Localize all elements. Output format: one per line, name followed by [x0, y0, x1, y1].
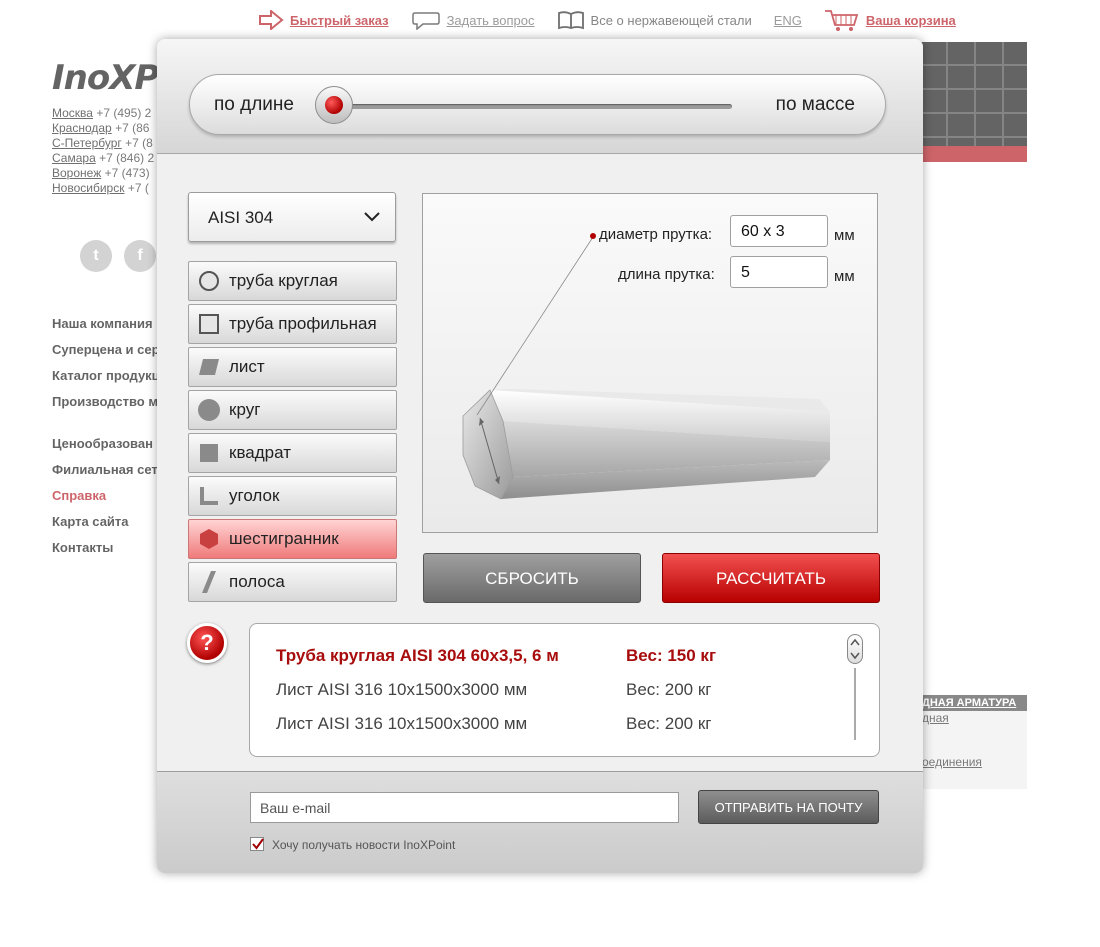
- shape-preview-panel: диаметр прутка: 60 x 3 мм длина прутка: …: [422, 193, 878, 533]
- hexagon-icon: [189, 520, 229, 558]
- shape-label: круг: [229, 400, 261, 419]
- calculator-modal: по длине по массе AISI 304 труба круглая…: [157, 39, 923, 873]
- result-name: Лист AISI 316 10x1500x3000 мм: [276, 680, 528, 699]
- length-unit: мм: [834, 268, 855, 285]
- square-outline-icon: [189, 305, 229, 343]
- shape-label: труба круглая: [229, 271, 338, 290]
- shape-option-hexagon[interactable]: шестигранник: [188, 519, 397, 559]
- square-filled-icon: [189, 434, 229, 472]
- shape-label: лист: [229, 357, 265, 376]
- chevron-down-icon: [364, 212, 380, 222]
- shape-option-angle[interactable]: уголок: [188, 476, 397, 516]
- sheet-icon: [189, 348, 229, 386]
- shape-label: уголок: [229, 486, 280, 505]
- result-weight: Вес: 150 кг: [626, 646, 717, 665]
- modal-footer: Ваш e-mail ОТПРАВИТЬ НА ПОЧТУ Хочу получ…: [157, 771, 923, 873]
- shape-option-strip[interactable]: полоса: [188, 562, 397, 602]
- steel-grade-value: AISI 304: [208, 208, 274, 227]
- shape-option-profile-pipe[interactable]: труба профильная: [188, 304, 397, 344]
- scroll-thumb[interactable]: [847, 634, 863, 664]
- shape-label: труба профильная: [229, 314, 377, 333]
- angle-icon: [189, 477, 229, 515]
- results-list: Труба круглая AISI 304 60x3,5, 6 м Вес: …: [249, 623, 880, 757]
- reset-button[interactable]: СБРОСИТЬ: [423, 553, 641, 603]
- length-label: длина прутка:: [618, 266, 715, 283]
- shape-option-round-pipe[interactable]: труба круглая: [188, 261, 397, 301]
- newsletter-label: Хочу получать новости InoXPoint: [272, 838, 456, 852]
- checkmark-icon: [252, 838, 264, 850]
- mode-by-length[interactable]: по длине: [214, 94, 294, 116]
- shape-option-sheet[interactable]: лист: [188, 347, 397, 387]
- steel-grade-select[interactable]: AISI 304: [188, 192, 396, 242]
- mode-slider-knob[interactable]: [315, 86, 353, 124]
- shape-option-round-bar[interactable]: круг: [188, 390, 397, 430]
- email-field[interactable]: Ваш e-mail: [250, 792, 679, 823]
- send-email-button[interactable]: ОТПРАВИТЬ НА ПОЧТУ: [698, 790, 879, 824]
- length-input[interactable]: 5: [730, 256, 828, 288]
- diameter-label: диаметр прутка:: [599, 226, 713, 243]
- results-scrollbar[interactable]: [847, 634, 863, 740]
- result-name: Лист AISI 316 10x1500x3000 мм: [276, 714, 528, 733]
- calc-mode-toggle[interactable]: по длине по массе: [189, 74, 886, 135]
- shape-list: труба круглая труба профильная лист круг…: [188, 261, 397, 605]
- calculate-button[interactable]: РАССЧИТАТЬ: [662, 553, 880, 603]
- modal-header: по длине по массе: [157, 39, 923, 154]
- circle-outline-icon: [189, 262, 229, 300]
- strip-icon: [189, 563, 229, 601]
- shape-label: полоса: [229, 572, 285, 591]
- diameter-input[interactable]: 60 x 3: [730, 215, 828, 247]
- circle-filled-icon: [189, 391, 229, 429]
- scroll-arrows-icon: [850, 638, 860, 660]
- mode-by-mass[interactable]: по массе: [776, 94, 855, 116]
- shape-label: квадрат: [229, 443, 291, 462]
- diameter-unit: мм: [834, 227, 855, 244]
- help-icon[interactable]: ?: [187, 623, 227, 663]
- modal-body: AISI 304 труба круглая труба профильная …: [157, 155, 923, 771]
- shape-option-square-bar[interactable]: квадрат: [188, 433, 397, 473]
- result-weight: Вес: 200 кг: [626, 714, 712, 733]
- scroll-track[interactable]: [854, 668, 856, 740]
- mode-slider-track[interactable]: [340, 104, 732, 109]
- shape-label: шестигранник: [229, 529, 339, 548]
- newsletter-checkbox[interactable]: [250, 837, 264, 851]
- result-weight: Вес: 200 кг: [626, 680, 712, 699]
- result-name: Труба круглая AISI 304 60x3,5, 6 м: [276, 646, 559, 665]
